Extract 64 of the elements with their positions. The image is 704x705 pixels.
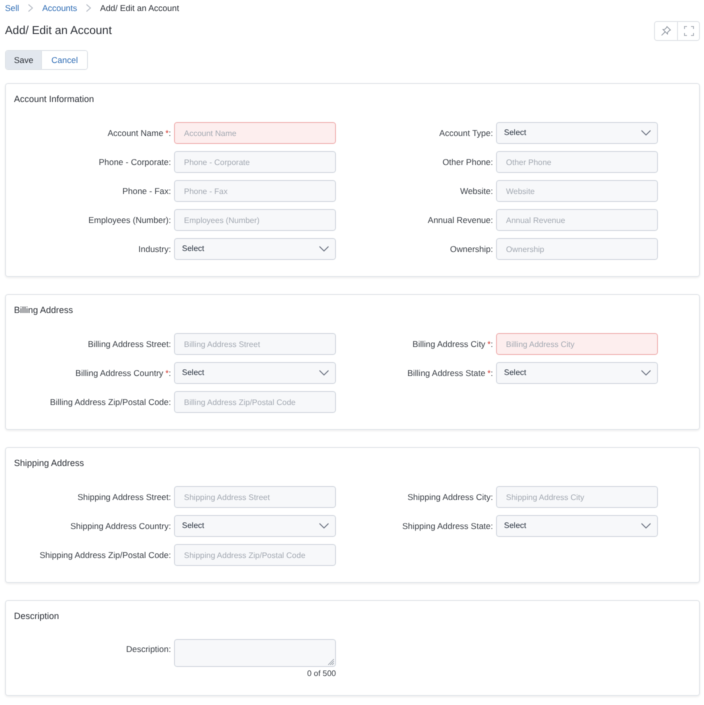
input-field[interactable]: Phone - Corporate — [174, 151, 336, 173]
field-label: Account Name *: — [106, 128, 171, 138]
input-field[interactable]: Billing Address Street — [174, 333, 336, 355]
input-field[interactable]: Billing Address City — [496, 333, 658, 355]
field-label: Billing Address Street: — [86, 339, 171, 349]
select-dropdown[interactable]: Select — [174, 515, 336, 537]
field-label: Employees (Number): — [87, 215, 171, 225]
chevron-right-icon — [28, 4, 34, 12]
resize-handle-icon[interactable] — [328, 659, 334, 665]
field-label: Shipping Address City: — [406, 492, 493, 502]
input-field[interactable]: Website — [496, 180, 658, 202]
input-field[interactable]: Shipping Address City — [496, 486, 658, 508]
field-label: Shipping Address Country: — [69, 521, 171, 531]
breadcrumb-link[interactable]: Accounts — [42, 3, 78, 13]
select-dropdown[interactable]: Select — [496, 362, 658, 384]
field-label: Description: — [125, 643, 171, 654]
character-counter: 0 of 500 — [307, 669, 336, 679]
cancel-button[interactable]: Cancel — [41, 51, 87, 69]
breadcrumb-link[interactable]: Sell — [5, 3, 20, 13]
chevron-down-icon — [319, 370, 329, 376]
chevron-down-icon — [319, 246, 329, 252]
input-field[interactable]: Annual Revenue — [496, 209, 658, 231]
input-field[interactable]: Billing Address Zip/Postal Code — [174, 391, 336, 413]
select-dropdown[interactable]: Select — [496, 515, 658, 537]
section-title: Description — [14, 610, 60, 622]
chevron-down-icon — [319, 523, 329, 529]
input-field[interactable]: Shipping Address Zip/Postal Code — [174, 544, 336, 566]
field-label: Shipping Address Zip/Postal Code: — [38, 550, 171, 560]
field-label: Shipping Address Street: — [76, 492, 171, 502]
chevron-right-icon — [86, 4, 92, 12]
description-field[interactable] — [174, 639, 336, 667]
field-label: Phone - Fax: — [121, 186, 171, 196]
chevron-down-icon — [641, 130, 651, 136]
section-title: Account Information — [14, 93, 94, 105]
pin-icon — [661, 26, 671, 36]
section-title: Billing Address — [14, 304, 74, 316]
field-label: Shipping Address State: — [401, 521, 493, 531]
input-field[interactable]: Ownership — [496, 238, 658, 260]
field-label: Account Type: — [438, 128, 493, 138]
save-button[interactable]: Save — [6, 51, 42, 69]
select-dropdown[interactable]: Select — [174, 238, 336, 260]
page-title: Add/ Edit an Account — [5, 24, 112, 38]
field-label: Billing Address Country *: — [74, 368, 171, 378]
input-field[interactable]: Employees (Number) — [174, 209, 336, 231]
field-label: Industry: — [137, 244, 171, 254]
field-label: Billing Address City *: — [412, 339, 493, 349]
field-label: Phone - Corporate: — [98, 157, 171, 167]
field-label: Ownership: — [449, 244, 493, 254]
input-field[interactable]: Phone - Fax — [174, 180, 336, 202]
input-field[interactable]: Shipping Address Street — [174, 486, 336, 508]
input-field[interactable]: Other Phone — [496, 151, 658, 173]
select-dropdown[interactable]: Select — [174, 362, 336, 384]
fullscreen-icon — [684, 26, 694, 36]
section-title: Shipping Address — [14, 457, 84, 469]
select-dropdown[interactable]: Select — [496, 122, 658, 144]
field-label: Annual Revenue: — [426, 215, 493, 225]
chevron-down-icon — [641, 523, 651, 529]
breadcrumb-current: Add/ Edit an Account — [100, 3, 180, 13]
input-field[interactable]: Account Name — [174, 122, 336, 144]
field-label: Billing Address State *: — [406, 368, 493, 378]
chevron-down-icon — [641, 370, 651, 376]
field-label: Billing Address Zip/Postal Code: — [49, 397, 171, 407]
field-label: Website: — [459, 186, 493, 196]
field-label: Other Phone: — [441, 157, 493, 167]
